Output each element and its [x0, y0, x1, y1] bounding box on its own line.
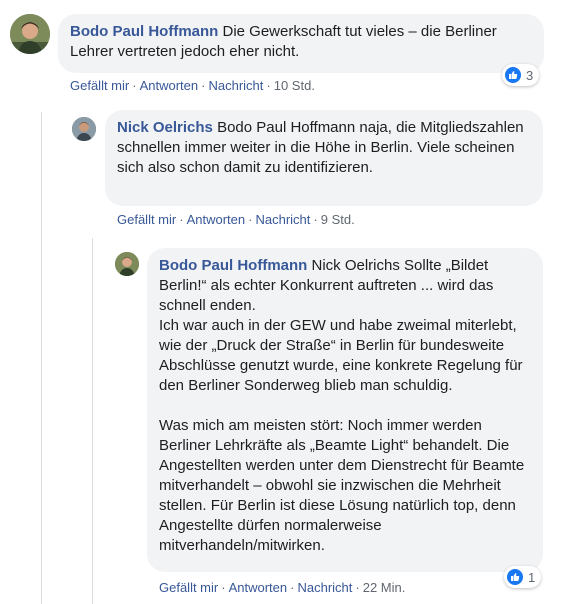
comment-paragraph: Was mich am meisten stört: Noch immer we…	[159, 417, 525, 554]
message-link[interactable]: Nachricht	[297, 580, 352, 595]
comment-author[interactable]: Nick Oelrichs	[117, 119, 213, 136]
reaction-badge[interactable]: 3	[502, 64, 540, 86]
like-link[interactable]: Gefällt mir	[159, 580, 218, 595]
message-link[interactable]: Nachricht	[255, 212, 310, 227]
separator: ·	[179, 212, 184, 227]
reply-link[interactable]: Antworten	[187, 212, 246, 227]
avatar[interactable]	[115, 252, 139, 276]
comment-actions: Gefällt mir · Antworten · Nachricht · 9 Std.	[117, 212, 355, 228]
separator: ·	[266, 78, 271, 93]
separator: ·	[248, 212, 253, 227]
separator: ·	[201, 78, 206, 93]
like-link[interactable]: Gefällt mir	[70, 78, 129, 93]
separator: ·	[221, 580, 226, 595]
reply-link[interactable]: Antworten	[229, 580, 288, 595]
avatar[interactable]	[10, 14, 50, 54]
thread-line-outer	[41, 112, 42, 604]
separator: ·	[313, 212, 318, 227]
comment-actions: Gefällt mir · Antworten · Nachricht · 22 Min.	[159, 580, 405, 596]
separator: ·	[132, 78, 137, 93]
message-link[interactable]: Nachricht	[208, 78, 263, 93]
avatar-photo-icon	[115, 252, 139, 276]
reaction-count: 1	[528, 569, 536, 585]
comment-paragraph: Bodo Paul Hoffmann Nick Oelrichs Sollte …	[159, 256, 531, 316]
avatar-photo-icon	[10, 14, 50, 54]
reaction-count: 3	[526, 67, 534, 83]
comment-bubble: Nick Oelrichs Bodo Paul Hoffmann naja, d…	[105, 110, 543, 206]
comment-timestamp[interactable]: 22 Min.	[363, 580, 406, 595]
comment-actions: Gefällt mir · Antworten · Nachricht · 10 Std.	[70, 78, 315, 94]
reaction-badge[interactable]: 1	[504, 566, 542, 588]
comment-paragraph: Ich war auch in der GEW und habe zweimal…	[159, 317, 523, 394]
thumbs-up-icon	[505, 67, 521, 83]
reply-link[interactable]: Antworten	[140, 78, 199, 93]
avatar-photo-icon	[72, 117, 96, 141]
thumbs-up-icon	[507, 569, 523, 585]
comment-bubble: Bodo Paul Hoffmann Nick Oelrichs Sollte …	[147, 248, 543, 572]
comment-timestamp[interactable]: 9 Std.	[321, 212, 355, 227]
separator: ·	[355, 580, 360, 595]
like-link[interactable]: Gefällt mir	[117, 212, 176, 227]
comment-author[interactable]: Bodo Paul Hoffmann	[159, 257, 307, 274]
comment-author[interactable]: Bodo Paul Hoffmann	[70, 23, 218, 40]
thread-line-inner	[92, 238, 93, 604]
avatar[interactable]	[72, 117, 96, 141]
separator: ·	[290, 580, 295, 595]
comment-timestamp[interactable]: 10 Std.	[274, 78, 315, 93]
comment-bubble: Bodo Paul Hoffmann Die Gewerkschaft tut …	[58, 14, 544, 73]
